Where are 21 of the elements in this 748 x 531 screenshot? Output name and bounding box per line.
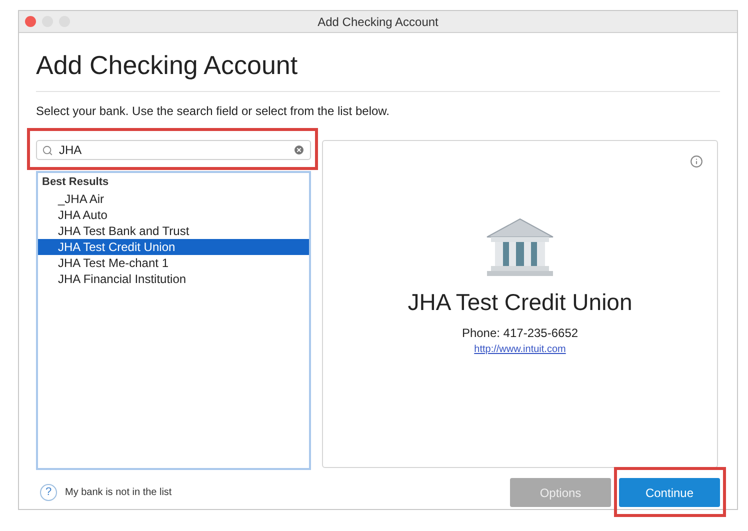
help-icon[interactable]: ? — [40, 484, 57, 501]
search-field[interactable]: JHA — [36, 140, 311, 160]
instruction-text: Select your bank. Use the search field or select from the list below. — [36, 103, 391, 120]
group-heading: Best Results — [41, 175, 110, 190]
bank-name: JHA Test Credit Union — [408, 288, 632, 317]
continue-button[interactable]: Continue — [619, 478, 720, 507]
missing-bank-link[interactable]: My bank is not in the list — [65, 485, 172, 500]
bank-list-item[interactable]: JHA Auto — [38, 206, 309, 222]
dialog-heading: Add Checking Account — [36, 49, 299, 81]
website-link[interactable]: http://www.intuit.com — [474, 342, 566, 356]
info-icon[interactable] — [690, 155, 703, 168]
window-title: Add Checking Account — [318, 14, 438, 30]
bank-list-item[interactable]: JHA Financial Institution — [38, 270, 309, 286]
clear-icon[interactable] — [293, 144, 305, 156]
bank-icon — [485, 217, 555, 279]
bank-list-item[interactable]: JHA Test Credit Union — [38, 238, 309, 254]
search-icon — [42, 144, 53, 156]
bank-list-item[interactable]: _JHA Air — [38, 190, 309, 206]
bank-list-item[interactable]: JHA Test Bank and Trust — [38, 222, 309, 238]
bank-list-item[interactable]: JHA Test Me-chant 1 — [38, 254, 309, 270]
phone-text: Phone: 417-235-6652 — [462, 324, 578, 342]
